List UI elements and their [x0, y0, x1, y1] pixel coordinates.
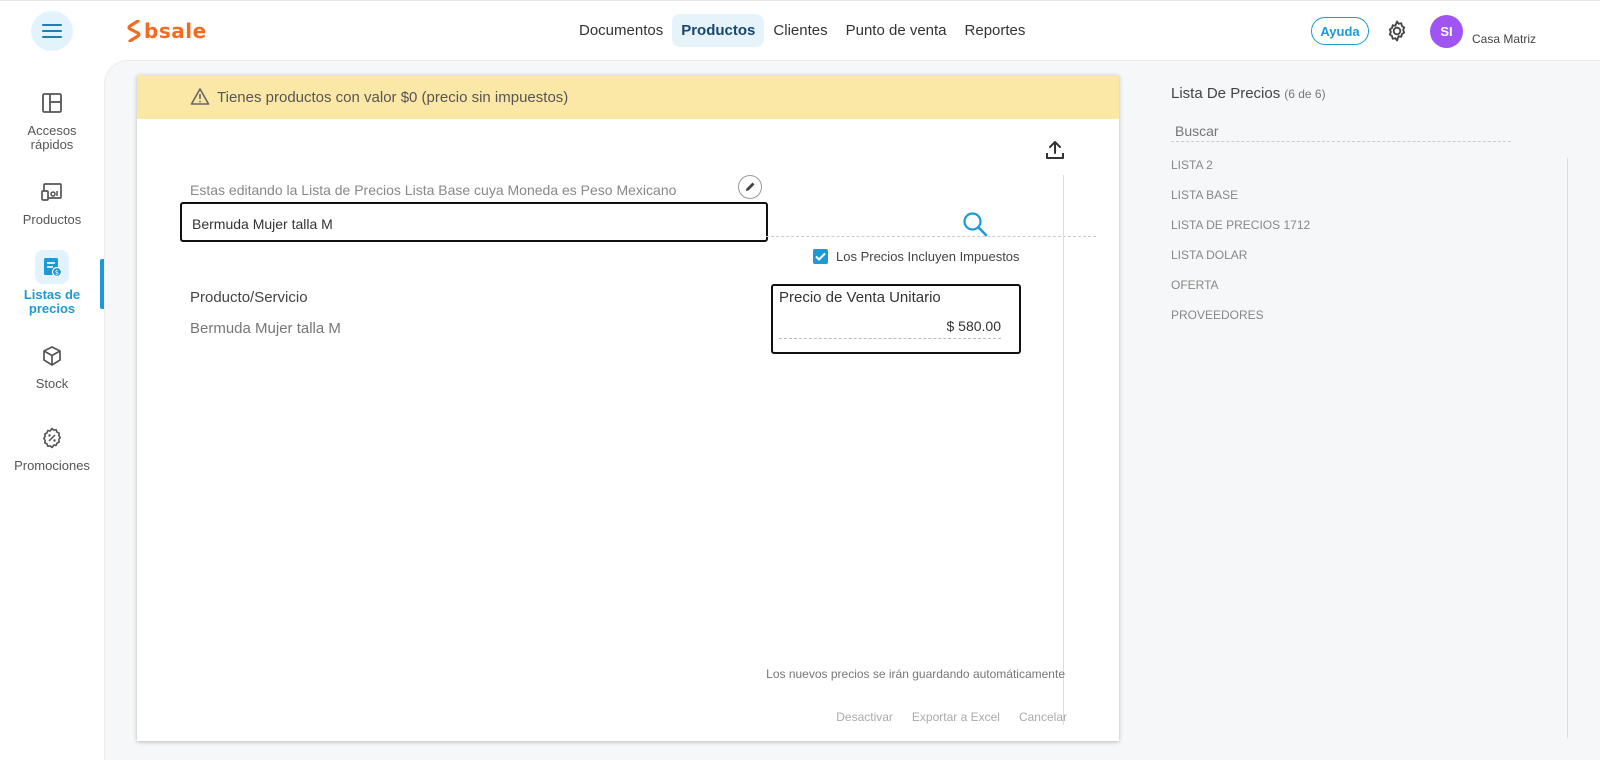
unit-price-field[interactable]: $ 580.00: [779, 318, 1001, 339]
warning-text: Tienes productos con valor $0 (precio si…: [217, 88, 569, 106]
user-avatar[interactable]: SI: [1430, 15, 1463, 48]
products-icon: [35, 175, 69, 209]
upload-icon: [1046, 141, 1064, 159]
settings-button[interactable]: [1385, 19, 1409, 43]
nav-productos[interactable]: Productos: [672, 13, 765, 47]
price-list-item[interactable]: LISTA DE PRECIOS 1712: [1171, 217, 1310, 247]
upload-button[interactable]: [1044, 139, 1066, 161]
footer-actions: Desactivar Exportar a Excel Cancelar: [807, 710, 1067, 724]
taxes-included-label: Los Precios Incluyen Impuestos: [836, 249, 1020, 264]
price-list-item[interactable]: LISTA DOLAR: [1171, 247, 1310, 277]
sidebar-item-label: Productos: [22, 212, 82, 227]
taxes-included-option[interactable]: Los Precios Incluyen Impuestos: [813, 249, 1020, 264]
sidebar-item-accesos-rapidos[interactable]: Accesos rápidos: [0, 86, 104, 152]
warning-banner: Tienes productos con valor $0 (precio si…: [137, 75, 1119, 119]
panel-divider: [1567, 158, 1568, 738]
price-list-item[interactable]: LISTA 2: [1171, 157, 1310, 187]
price-list-search-input[interactable]: [1171, 120, 1511, 142]
column-header-price: Precio de Venta Unitario: [779, 289, 941, 306]
taxes-included-checkbox[interactable]: [813, 249, 828, 264]
sidebar-item-label: Stock: [35, 376, 69, 391]
bsale-logo-icon: [127, 20, 141, 42]
warning-icon: [190, 88, 210, 105]
panel-title-text: Lista De Precios: [1171, 85, 1281, 102]
vertical-divider: [1063, 175, 1064, 725]
editing-list-label: Estas editando la Lista de Precios Lista…: [190, 182, 677, 198]
sidebar-item-label: Promociones: [14, 458, 90, 473]
box-icon: [35, 339, 69, 373]
branch-name[interactable]: Casa Matriz: [1472, 32, 1536, 46]
hamburger-menu-button[interactable]: [31, 11, 73, 51]
deactivate-button[interactable]: Desactivar: [836, 710, 893, 724]
price-list-item[interactable]: LISTA BASE: [1171, 187, 1310, 217]
export-excel-button[interactable]: Exportar a Excel: [912, 710, 1000, 724]
price-list-editor-card: Tienes productos con valor $0 (precio si…: [137, 75, 1119, 741]
sidebar-item-promociones[interactable]: Promociones: [0, 421, 104, 473]
help-button[interactable]: Ayuda: [1311, 17, 1369, 45]
logo-text: bsale: [144, 19, 207, 43]
nav-clientes[interactable]: Clientes: [764, 14, 836, 47]
price-list-item[interactable]: PROVEEDORES: [1171, 307, 1310, 337]
price-list-count: (6 de 6): [1284, 87, 1326, 101]
price-list-list: LISTA 2 LISTA BASE LISTA DE PRECIOS 1712…: [1171, 157, 1310, 337]
column-header-product: Producto/Servicio: [190, 289, 308, 306]
product-search-input[interactable]: [192, 213, 748, 235]
layout-icon: [35, 86, 69, 120]
main-nav: Documentos Productos Clientes Punto de v…: [570, 13, 1034, 47]
nav-reportes[interactable]: Reportes: [956, 14, 1035, 47]
sidebar-item-productos[interactable]: Productos: [0, 175, 104, 227]
search-underline: [766, 236, 1096, 237]
pencil-icon: [746, 182, 755, 191]
nav-documentos[interactable]: Documentos: [570, 14, 672, 47]
edit-list-button[interactable]: [738, 175, 762, 199]
check-icon: [815, 252, 826, 261]
sidebar: Accesos rápidos Productos $ Listas de pr…: [0, 60, 104, 760]
search-button[interactable]: [961, 210, 989, 238]
cancel-button[interactable]: Cancelar: [1019, 710, 1067, 724]
top-bar: bsale Documentos Productos Clientes Punt…: [0, 0, 1600, 60]
discount-icon: [35, 421, 69, 455]
sidebar-item-stock[interactable]: Stock: [0, 339, 104, 391]
price-list-icon: $: [35, 250, 69, 284]
price-lists-panel-title: Lista De Precios (6 de 6): [1171, 85, 1326, 102]
price-list-item[interactable]: OFERTA: [1171, 277, 1310, 307]
search-icon: [963, 212, 988, 237]
gear-icon: [1388, 20, 1406, 42]
autosave-note: Los nuevos precios se irán guardando aut…: [766, 667, 1065, 681]
svg-text:$: $: [55, 269, 59, 277]
bsale-logo[interactable]: bsale: [127, 18, 207, 44]
menu-icon: [42, 24, 62, 38]
product-name: Bermuda Mujer talla M: [190, 320, 341, 337]
sidebar-item-label: Listas de precios: [23, 287, 81, 316]
sidebar-item-listas-de-precios[interactable]: $ Listas de precios: [0, 250, 104, 316]
sidebar-item-label: Accesos rápidos: [27, 123, 77, 152]
nav-punto-de-venta[interactable]: Punto de venta: [837, 14, 956, 47]
